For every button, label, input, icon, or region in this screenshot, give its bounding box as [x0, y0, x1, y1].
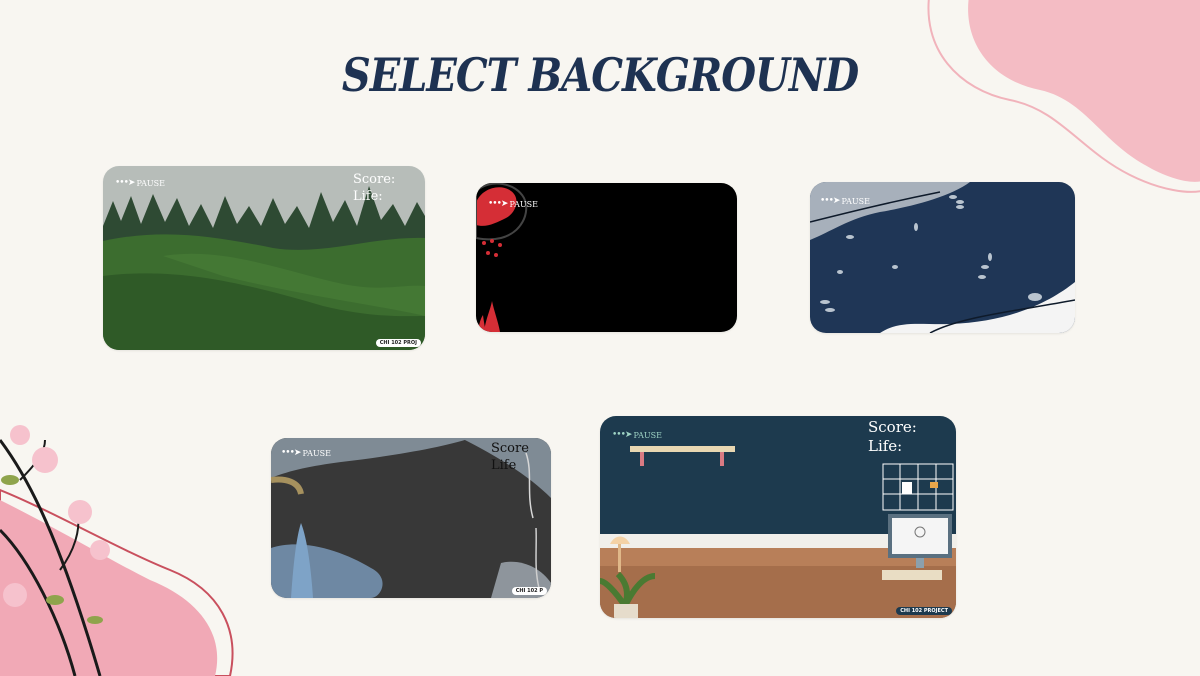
- score-label: Score:: [868, 418, 917, 436]
- pause-button-preview: •••➤ PAUSE: [115, 178, 165, 188]
- arrow-right-icon: •••➤: [281, 448, 301, 458]
- pause-label: PAUSE: [302, 448, 331, 458]
- score-life-preview: Score: Life:: [353, 171, 395, 205]
- arrow-right-icon: •••➤: [115, 178, 135, 188]
- pink-blob-decoration: [927, 0, 1200, 193]
- life-label: Life:: [868, 437, 903, 455]
- score-life-preview: Score: Life:: [868, 418, 917, 456]
- project-badge: CHI 102 PROJ: [375, 339, 421, 347]
- score-label: Score: [491, 441, 529, 456]
- pause-button-preview: •••➤ PAUSE: [612, 430, 662, 440]
- score-life-preview: Score Life: [491, 440, 529, 474]
- project-badge: CHI 102 P: [511, 587, 547, 595]
- background-option-navy-leaves[interactable]: •••➤ PAUSE: [810, 182, 1075, 333]
- arrow-right-icon: •••➤: [612, 430, 632, 440]
- score-label: Score:: [353, 172, 396, 187]
- life-label: Life:: [353, 189, 383, 204]
- floral-decoration: [0, 425, 234, 676]
- pause-button-preview: •••➤ PAUSE: [820, 196, 870, 206]
- pause-label: PAUSE: [633, 430, 662, 440]
- life-label: Life: [491, 458, 517, 473]
- background-option-black-red[interactable]: •••➤ PAUSE: [476, 183, 737, 332]
- background-option-desk-room[interactable]: •••➤ PAUSE Score: Life: CHI 102 PROJECT: [600, 416, 956, 618]
- pause-label: PAUSE: [509, 199, 538, 209]
- arrow-right-icon: •••➤: [488, 199, 508, 209]
- pause-label: PAUSE: [841, 196, 870, 206]
- page-title: SELECT BACKGROUND: [341, 48, 859, 103]
- background-option-dark-gray[interactable]: •••➤ PAUSE Score Life CHI 102 P: [271, 438, 551, 598]
- project-badge: CHI 102 PROJECT: [896, 607, 952, 615]
- pause-button-preview: •••➤ PAUSE: [281, 448, 331, 458]
- pause-button-preview: •••➤ PAUSE: [488, 199, 538, 209]
- pause-label: PAUSE: [136, 178, 165, 188]
- arrow-right-icon: •••➤: [820, 196, 840, 206]
- background-option-forest[interactable]: •••➤ PAUSE Score: Life: CHI 102 PROJ: [103, 166, 425, 350]
